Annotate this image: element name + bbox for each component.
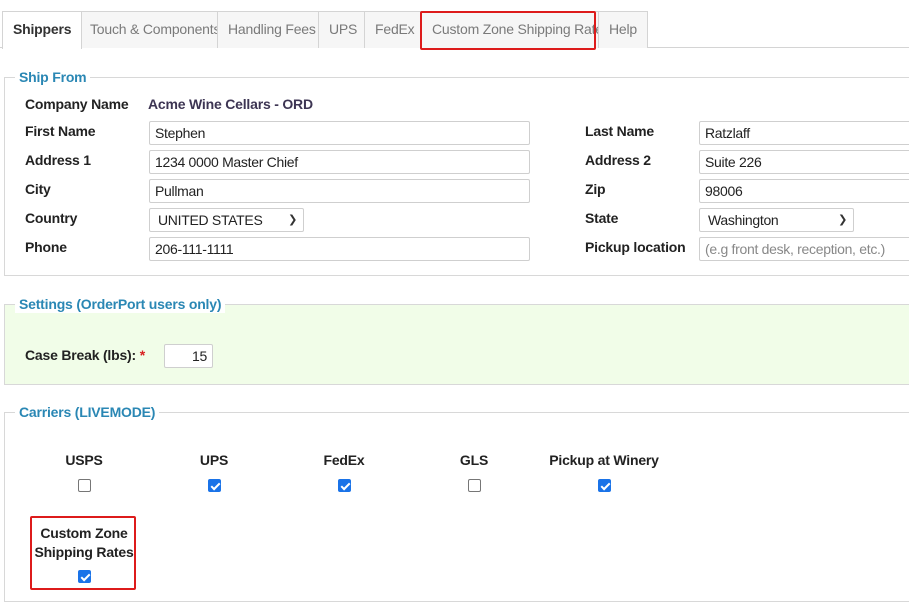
last-name-label: Last Name bbox=[585, 123, 655, 139]
state-select-value: Washington bbox=[708, 212, 779, 228]
carrier-pickup-at-winery-label: Pickup at Winery bbox=[549, 452, 659, 468]
carriers-legend: Carriers (LIVEMODE) bbox=[15, 403, 160, 421]
state-label: State bbox=[585, 210, 619, 226]
address2-label: Address 2 bbox=[585, 152, 651, 168]
first-name-input[interactable] bbox=[149, 121, 530, 145]
carrier-gls-checkbox[interactable] bbox=[468, 479, 481, 492]
case-break-input[interactable] bbox=[164, 344, 213, 368]
tab-highlight-box bbox=[420, 11, 596, 50]
company-name-value: Acme Wine Cellars - ORD bbox=[148, 96, 313, 112]
pickup-location-label: Pickup location bbox=[585, 239, 686, 255]
chevron-down-icon: ❯ bbox=[838, 214, 847, 226]
carriers-section: Carriers (LIVEMODE) bbox=[4, 403, 909, 602]
ship-from-legend: Ship From bbox=[15, 68, 91, 86]
address1-input[interactable] bbox=[149, 150, 530, 174]
tab-touch-components[interactable]: Touch & Components bbox=[79, 11, 232, 48]
first-name-label: First Name bbox=[25, 123, 96, 139]
tab-fedex[interactable]: FedEx bbox=[364, 11, 426, 48]
tab-help[interactable]: Help bbox=[598, 11, 648, 48]
address1-label: Address 1 bbox=[25, 152, 91, 168]
settings-section: Settings (OrderPort users only) bbox=[4, 295, 909, 385]
carrier-ups-label: UPS bbox=[199, 452, 229, 468]
carrier-pickup-at-winery-checkbox[interactable] bbox=[598, 479, 611, 492]
country-select[interactable]: UNITED STATES ❯ bbox=[149, 208, 304, 232]
carrier-ups-checkbox[interactable] bbox=[208, 479, 221, 492]
tab-shippers[interactable]: Shippers bbox=[2, 11, 83, 49]
carrier-gls-label: GLS bbox=[459, 452, 489, 468]
city-input[interactable] bbox=[149, 179, 530, 203]
state-select[interactable]: Washington ❯ bbox=[699, 208, 854, 232]
phone-input[interactable] bbox=[149, 237, 530, 261]
city-label: City bbox=[25, 181, 51, 197]
tab-handling-fees[interactable]: Handling Fees bbox=[217, 11, 327, 48]
chevron-down-icon: ❯ bbox=[288, 214, 297, 226]
address2-input[interactable] bbox=[699, 150, 909, 174]
zip-label: Zip bbox=[585, 181, 606, 197]
carrier-usps-checkbox[interactable] bbox=[78, 479, 91, 492]
custom-zone-highlight-box bbox=[30, 516, 136, 590]
carrier-fedex-label: FedEx bbox=[323, 452, 365, 468]
country-label: Country bbox=[25, 210, 78, 226]
country-select-value: UNITED STATES bbox=[158, 212, 263, 228]
zip-input[interactable] bbox=[699, 179, 909, 203]
last-name-input[interactable] bbox=[699, 121, 909, 145]
company-name-label: Company Name bbox=[25, 96, 129, 112]
case-break-label: Case Break (lbs): * bbox=[25, 347, 145, 363]
settings-legend: Settings (OrderPort users only) bbox=[15, 295, 226, 313]
phone-label: Phone bbox=[25, 239, 67, 255]
carrier-usps-label: USPS bbox=[65, 452, 103, 468]
required-marker: * bbox=[139, 347, 145, 363]
case-break-label-text: Case Break (lbs): bbox=[25, 347, 136, 363]
tab-ups[interactable]: UPS bbox=[318, 11, 369, 48]
pickup-location-input[interactable] bbox=[699, 237, 909, 261]
carrier-fedex-checkbox[interactable] bbox=[338, 479, 351, 492]
